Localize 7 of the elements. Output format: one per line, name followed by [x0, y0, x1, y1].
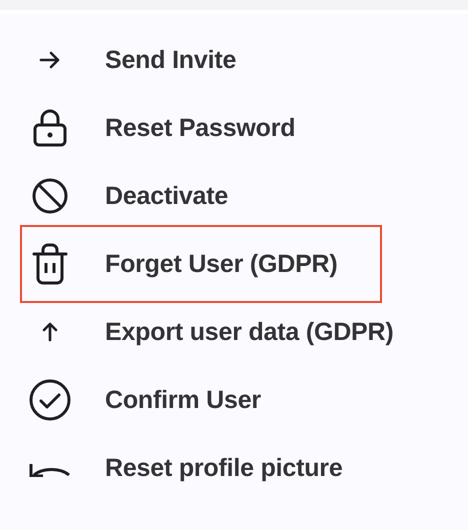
trash-icon	[32, 243, 68, 285]
ban-icon	[32, 178, 68, 214]
arrow-right-icon	[39, 51, 61, 69]
lock-icon	[33, 109, 67, 147]
menu-item[interactable]: Forget User (GDPR)	[20, 225, 382, 303]
arrow-up-icon	[42, 322, 58, 342]
check-circle-icon	[29, 379, 71, 421]
